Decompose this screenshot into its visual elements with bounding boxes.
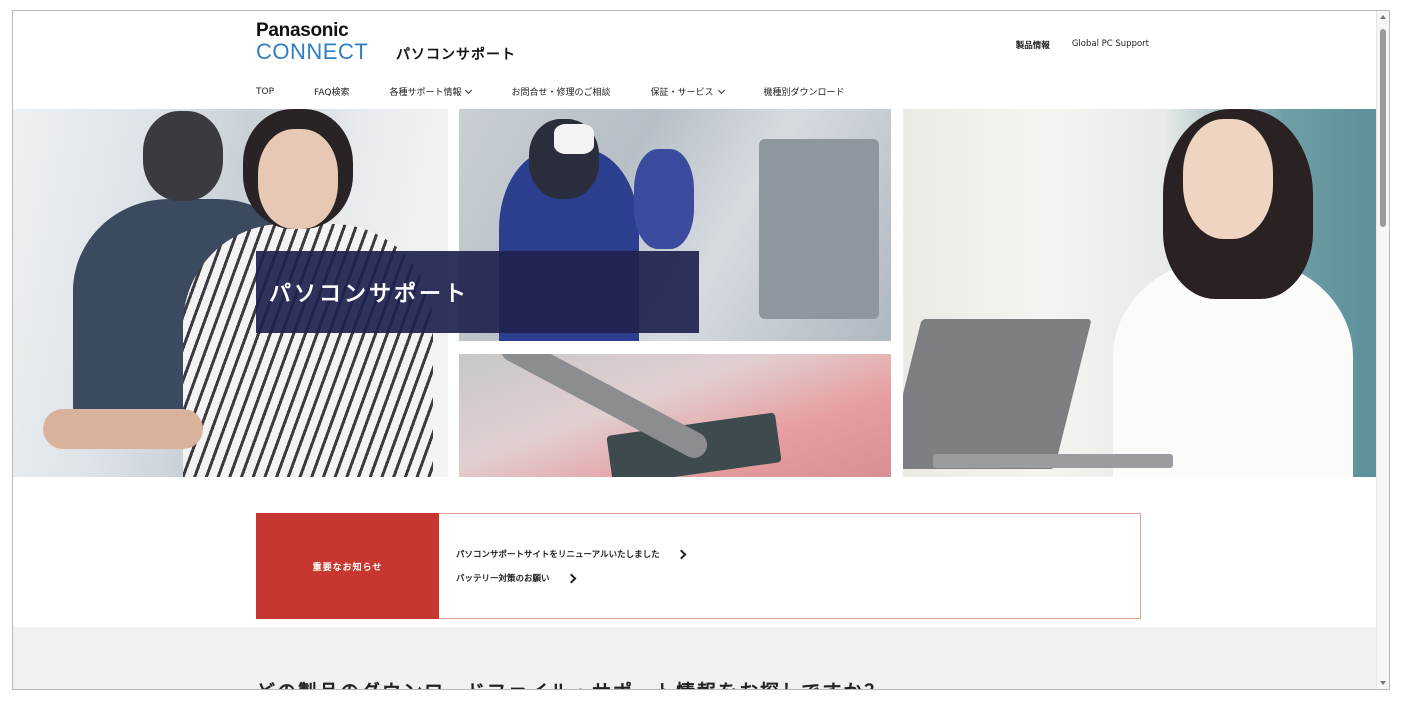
photo-shape [554,124,594,154]
chevron-right-icon [566,573,576,583]
chevron-down-icon [465,86,473,94]
nav-item-label: 機種別ダウンロード [763,88,845,98]
photo-shape [634,149,694,249]
notice-link-battery[interactable]: バッテリー対策のお願い [456,566,685,590]
utility-links: 製品情報 Global PC Support [1016,39,1149,51]
chevron-right-icon [676,549,687,559]
nav-item-faq[interactable]: FAQ検索 [314,85,349,98]
nav-item-top[interactable]: TOP [256,87,274,97]
notice-list: パソコンサポートサイトをリニューアルいたしました バッテリー対策のお願い [456,542,687,590]
photo-shape [143,111,223,201]
scroll-up-icon[interactable] [1380,15,1386,19]
hero-title: パソコンサポート [269,282,470,307]
site-title[interactable]: パソコンサポート [396,44,516,64]
product-search-section: どの製品のダウンロードファイル・サポート情報をお探しですか？ [13,627,1379,689]
section-heading: どの製品のダウンロードファイル・サポート情報をお探しですか？ [256,677,885,689]
notice-link-renewal[interactable]: パソコンサポートサイトをリニューアルいたしました [456,542,687,566]
browser-viewport: Panasonic CONNECT パソコンサポート 製品情報 Global P… [12,10,1390,690]
notice-label: 重要なお知らせ [312,562,383,573]
main-nav: TOP FAQ検索 各種サポート情報 お問合せ・修理のご相談 保証・サービス 機… [256,85,885,98]
scroll-thumb[interactable] [1380,29,1386,227]
util-link-global-support[interactable]: Global PC Support [1072,39,1149,51]
nav-item-contact[interactable]: お問合せ・修理のご相談 [511,85,610,98]
hero-title-box: パソコンサポート [256,251,699,333]
photo-shape [1183,119,1273,239]
util-link-products[interactable]: 製品情報 [1016,39,1050,51]
photo-shape [933,454,1173,468]
nav-item-support-info[interactable]: 各種サポート情報 [389,85,473,98]
notice-item-text: バッテリー対策のお願い [456,574,550,584]
photo-shape [258,129,338,229]
site-header: Panasonic CONNECT パソコンサポート 製品情報 Global P… [13,11,1379,109]
hero-banner: パソコンサポート [13,109,1379,477]
photo-shape [903,319,1092,469]
nav-item-label: TOP [256,86,275,97]
hero-photo-woman-phone [903,109,1379,477]
hero-photo-repair [459,354,891,477]
nav-item-label: FAQ検索 [314,88,350,98]
photo-shape [759,139,879,319]
nav-item-label: 保証・サービス [650,88,714,98]
nav-item-downloads[interactable]: 機種別ダウンロード [764,85,845,98]
panasonic-connect-logo[interactable]: Panasonic CONNECT [256,21,368,63]
logo-sub: CONNECT [256,39,369,64]
nav-item-label: お問合せ・修理のご相談 [511,88,611,98]
photo-shape [496,354,712,463]
scroll-down-icon[interactable] [1380,681,1386,685]
notice-item-text: パソコンサポートサイトをリニューアルいたしました [456,550,660,560]
logo-brand: Panasonic [256,20,349,41]
chevron-down-icon [717,86,725,94]
notice-label-box: 重要なお知らせ [256,513,439,619]
nav-item-label: 各種サポート情報 [389,88,462,98]
vertical-scrollbar[interactable] [1376,11,1389,689]
important-notice: 重要なお知らせ パソコンサポートサイトをリニューアルいたしました バッテリー対策… [256,513,1141,619]
nav-item-warranty[interactable]: 保証・サービス [650,85,725,98]
photo-shape [43,409,203,449]
